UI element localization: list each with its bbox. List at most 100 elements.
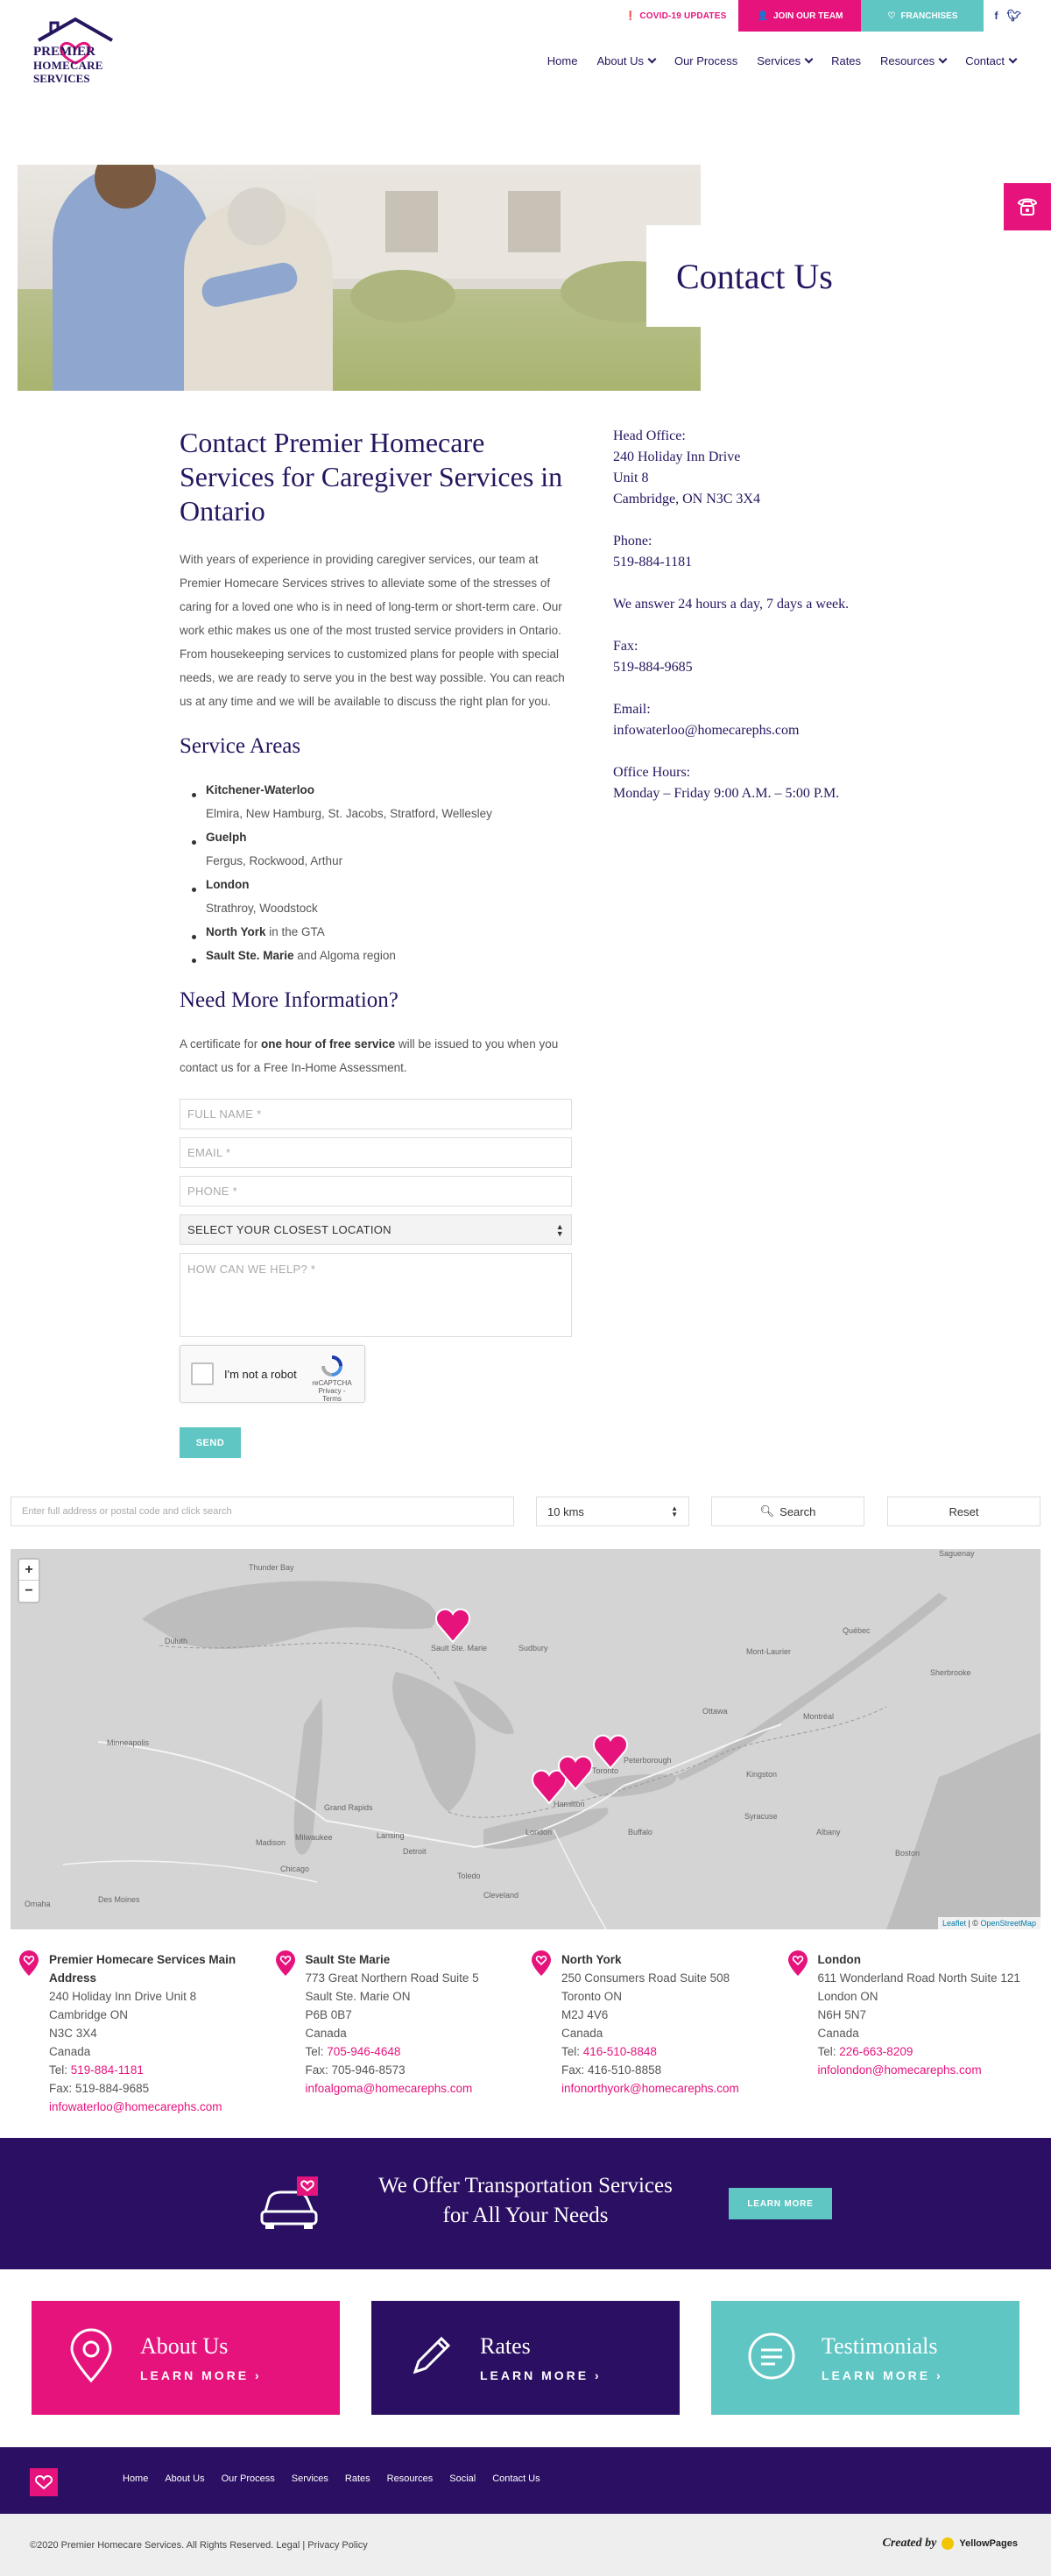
locations-map[interactable]: Thunder Bay Duluth Minneapolis Madison Milwa… (11, 1549, 1040, 1929)
zoom-in-button[interactable]: + (19, 1560, 39, 1581)
chevron-down-icon (1008, 54, 1018, 64)
map-city-label: Sherbrooke (930, 1668, 971, 1677)
nav-item-home[interactable]: Home (547, 54, 578, 67)
map-city-label: Kingston (746, 1770, 778, 1779)
card-about-us[interactable]: About Us LEARN MORE › (32, 2301, 340, 2415)
footer-link-resources[interactable]: Resources (387, 2473, 434, 2484)
location-email-link[interactable]: infoalgoma@homecarephs.com (306, 2079, 479, 2098)
location-select[interactable]: SELECT YOUR CLOSEST LOCATION ▲ ▼ (180, 1214, 572, 1245)
car-heart-icon (260, 2176, 318, 2229)
location-phone-link[interactable]: 226-663-8209 (839, 2045, 913, 2058)
card-learn-more-link[interactable]: LEARN MORE › (140, 2368, 262, 2382)
footer-link-rates[interactable]: Rates (345, 2473, 370, 2484)
office-email-link[interactable]: infowaterloo@homecarephs.com (613, 720, 876, 741)
service-area-item: North York in the GTA (206, 925, 325, 938)
send-button[interactable]: SEND (180, 1427, 241, 1458)
facebook-icon[interactable]: f (994, 10, 998, 22)
map-search-button[interactable]: 🔍︎ Search (711, 1497, 864, 1526)
heart-icon (35, 2475, 53, 2490)
copyright-text: ©2020 Premier Homecare Services. All Rig… (30, 2540, 368, 2551)
nav-item-services[interactable]: Services (757, 54, 814, 67)
location-title: Premier Homecare Services Main Address (49, 1953, 236, 1985)
footer-link-social[interactable]: Social (449, 2473, 476, 2484)
footer-link-home[interactable]: Home (123, 2473, 148, 2484)
transport-learn-more-button[interactable]: LEARN MORE (729, 2188, 832, 2219)
map-city-label: Minneapolis (107, 1738, 150, 1747)
select-arrows-icon: ▲ ▼ (671, 1504, 678, 1518)
phone-input[interactable]: PHONE * (180, 1176, 572, 1207)
map-city-label: Detroit (403, 1847, 427, 1856)
address-search-input[interactable]: Enter full address or postal code and cl… (11, 1497, 514, 1526)
map-city-label: Chicago (280, 1865, 310, 1873)
chevron-down-icon (647, 54, 657, 64)
service-area-detail: Fergus, Rockwood, Arthur (206, 854, 343, 867)
recaptcha-icon (321, 1355, 342, 1376)
map-city-label: Syracuse (744, 1812, 778, 1821)
map-search-bar: Enter full address or postal code and cl… (11, 1497, 1040, 1526)
map-city-label: Grand Rapids (324, 1803, 373, 1812)
service-area-detail: Elmira, New Hamburg, St. Jacobs, Stratfo… (206, 807, 492, 820)
footer-link-about-us[interactable]: About Us (165, 2473, 204, 2484)
search-icon: 🔍︎ (759, 1504, 775, 1518)
location-phone-link[interactable]: 416-510-8848 (583, 2045, 657, 2058)
map-city-label: Hamilton (554, 1800, 585, 1808)
heart-icon: ♡ (887, 11, 896, 21)
help-textarea[interactable]: HOW CAN WE HELP? * (180, 1253, 572, 1337)
email-input[interactable]: EMAIL * (180, 1137, 572, 1168)
twitter-icon[interactable]: 🐦︎ (1006, 9, 1021, 23)
location-phone-link[interactable]: 705-946-4648 (327, 2045, 400, 2058)
covid-updates-link[interactable]: ❗ COVID-19 UPDATES (613, 0, 739, 32)
recaptcha-widget: I'm not a robot reCAPTCHA Privacy - Term… (180, 1345, 365, 1403)
social-links: f 🐦︎ (984, 0, 1051, 32)
map-pin-icon (786, 1950, 809, 2116)
map-reset-button[interactable]: Reset (887, 1497, 1040, 1526)
content-heading: Contact Premier Homecare Services for Ca… (180, 427, 563, 527)
certificate-text: A certificate for one hour of free servi… (180, 1037, 559, 1074)
map-attribution: Leaflet | © OpenStreetMap (937, 1917, 1040, 1929)
pencil-icon (406, 2332, 455, 2385)
chevron-right-icon: › (936, 2368, 943, 2382)
service-area-item: Guelph (206, 831, 247, 844)
created-by[interactable]: Created by YellowPages (883, 2537, 1018, 2551)
map-city-label: Madison (256, 1838, 286, 1847)
map-city-label: Lansing (377, 1831, 405, 1840)
radius-select[interactable]: 10 kms ▲ ▼ (536, 1497, 689, 1526)
franchises-button[interactable]: ♡ FRANCHISES (861, 0, 984, 32)
legal-link[interactable]: Legal (276, 2540, 300, 2551)
service-area-item: Kitchener-Waterloo (206, 783, 315, 796)
service-area-item: London (206, 878, 250, 891)
nav-item-about-us[interactable]: About Us (596, 54, 657, 67)
card-learn-more-link[interactable]: LEARN MORE › (480, 2368, 602, 2382)
intro-paragraph: With years of experience in providing ca… (180, 553, 565, 708)
main-content: Contact Premier Homecare Services for Ca… (180, 426, 578, 1458)
nav-item-rates[interactable]: Rates (831, 54, 861, 67)
hero-title-box: Contact Us (646, 225, 1051, 327)
copyright-bar: ©2020 Premier Homecare Services. All Rig… (0, 2514, 1051, 2576)
footer-link-our-process[interactable]: Our Process (222, 2473, 275, 2484)
location-email-link[interactable]: infolondon@homecarephs.com (818, 2061, 1020, 2079)
nav-item-resources[interactable]: Resources (880, 54, 948, 67)
card-rates[interactable]: Rates LEARN MORE › (371, 2301, 680, 2415)
location-email-link[interactable]: infowaterloo@homecarephs.com (49, 2098, 274, 2116)
nav-item-contact[interactable]: Contact (965, 54, 1018, 67)
user-icon: 👤 (757, 11, 768, 21)
map-city-label: Saguenay (939, 1549, 975, 1558)
footer-link-services[interactable]: Services (292, 2473, 328, 2484)
privacy-link[interactable]: Privacy Policy (307, 2540, 367, 2551)
map-zoom-control: + − (18, 1558, 40, 1603)
hero-image (18, 165, 701, 391)
footer-link-contact-us[interactable]: Contact Us (492, 2473, 540, 2484)
recaptcha-checkbox[interactable] (191, 1362, 214, 1385)
office-phone[interactable]: 519-884-1181 (613, 552, 876, 573)
join-our-team-button[interactable]: 👤 JOIN OUR TEAM (738, 0, 862, 32)
card-testimonials[interactable]: Testimonials LEARN MORE › (711, 2301, 1019, 2415)
location-email-link[interactable]: infonorthyork@homecarephs.com (561, 2079, 739, 2098)
phone-tab-button[interactable] (1004, 183, 1051, 230)
card-learn-more-link[interactable]: LEARN MORE › (822, 2368, 943, 2382)
footer-logo-icon[interactable] (30, 2468, 58, 2496)
location-title: North York (561, 1953, 622, 1966)
zoom-out-button[interactable]: − (19, 1581, 39, 1602)
full-name-input[interactable]: FULL NAME * (180, 1099, 572, 1129)
location-phone-link[interactable]: 519-884-1181 (71, 2063, 144, 2077)
nav-item-our-process[interactable]: Our Process (674, 54, 737, 67)
